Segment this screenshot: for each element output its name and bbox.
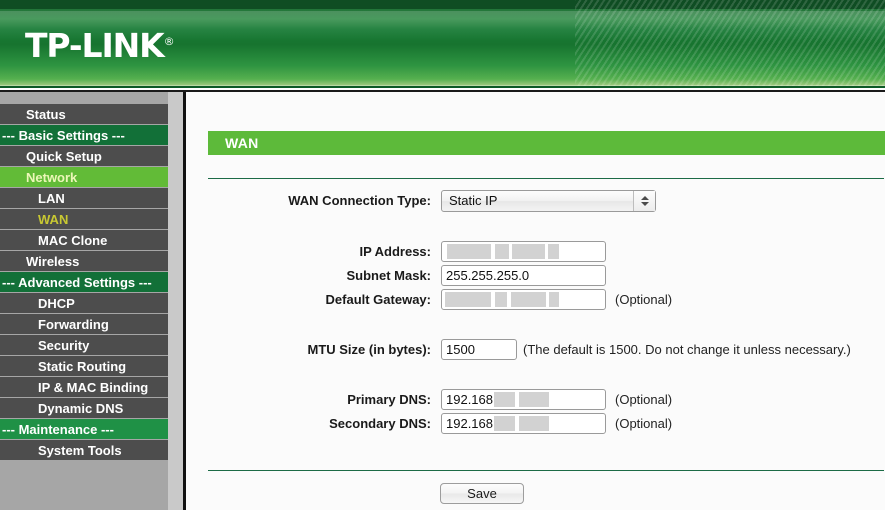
primary-dns-input[interactable]: 192.168: [441, 389, 606, 410]
sidebar-item-basic-settings: --- Basic Settings ---: [0, 125, 168, 146]
label-box-default-gateway: Default Gateway:: [186, 289, 431, 311]
sidebar-item-label: Security: [38, 338, 90, 353]
sidebar-item-forwarding[interactable]: Forwarding: [0, 314, 168, 335]
sidebar-item-static-routing[interactable]: Static Routing: [0, 356, 168, 377]
row-subnet-mask: Subnet Mask: 255.255.255.0: [186, 265, 885, 287]
sidebar-item-wan[interactable]: WAN: [0, 209, 168, 230]
redaction-block: [548, 244, 559, 259]
sidebar-item-dhcp[interactable]: DHCP: [0, 293, 168, 314]
mtu-size-label: MTU Size (in bytes):: [307, 342, 431, 357]
sidebar-item-security[interactable]: Security: [0, 335, 168, 356]
sidebar-navigation: Status --- Basic Settings --- Quick Setup N…: [0, 92, 168, 510]
sidebar-item-label: Network: [26, 170, 78, 185]
sidebar-item-label: DHCP: [38, 296, 75, 311]
sidebar-item-maintenance: --- Maintenance ---: [0, 419, 168, 440]
default-gateway-label: Default Gateway:: [325, 292, 431, 307]
secondary-dns-label: Secondary DNS:: [329, 416, 431, 431]
default-gateway-input[interactable]: [441, 289, 606, 310]
sidebar-item-lan[interactable]: LAN: [0, 188, 168, 209]
subnet-mask-label: Subnet Mask:: [346, 268, 431, 283]
row-mtu-size: MTU Size (in bytes): 1500 (The default i…: [186, 339, 885, 361]
sidebar-item-label: LAN: [38, 191, 65, 206]
wan-settings-form: WAN Connection Type: Static IP IP Addres…: [186, 92, 885, 510]
label-box-mtu-size: MTU Size (in bytes):: [186, 339, 431, 361]
sidebar-item-label: Status: [26, 107, 66, 122]
redaction-block: [447, 244, 491, 259]
subnet-mask-input[interactable]: 255.255.255.0: [441, 265, 606, 286]
sidebar-top-gap: [0, 92, 168, 104]
wan-connection-type-select[interactable]: Static IP: [441, 190, 656, 212]
sidebar-item-label: --- Basic Settings ---: [2, 128, 125, 143]
redaction-block: [494, 392, 515, 407]
secondary-dns-input[interactable]: 192.168: [441, 413, 606, 434]
sidebar-item-network[interactable]: Network: [0, 167, 168, 188]
sidebar-item-label: Dynamic DNS: [38, 401, 124, 416]
sidebar-item-label: System Tools: [38, 443, 122, 458]
sidebar-item-label: Wireless: [26, 254, 80, 269]
label-box-secondary-dns: Secondary DNS:: [186, 413, 431, 435]
row-secondary-dns: Secondary DNS: 192.168 (Optional): [186, 413, 885, 435]
primary-dns-note: (Optional): [615, 392, 673, 407]
wan-connection-type-value: Static IP: [449, 193, 498, 208]
sidebar-item-label: --- Maintenance ---: [2, 422, 114, 437]
registered-mark-icon: ®: [163, 35, 175, 48]
mtu-size-note: (The default is 1500. Do not change it u…: [523, 342, 851, 357]
sidebar-menu: Status --- Basic Settings --- Quick Setup N…: [0, 104, 168, 461]
row-connection-type: WAN Connection Type: Static IP: [186, 190, 885, 212]
secondary-dns-value: 192.168: [446, 416, 493, 431]
tp-link-logo: TP-LINK®: [25, 29, 175, 62]
ip-address-label: IP Address:: [359, 244, 431, 259]
primary-dns-value: 192.168: [446, 392, 493, 407]
sidebar-item-label: Quick Setup: [26, 149, 102, 164]
content-area: WAN WAN Connection Type: Static IP IP Ad…: [186, 92, 885, 510]
redaction-block: [495, 244, 509, 259]
chevron-updown-icon[interactable]: [633, 191, 655, 211]
logo-text: TP-LINK: [25, 26, 165, 65]
sidebar-item-dynamic-dns[interactable]: Dynamic DNS: [0, 398, 168, 419]
redaction-block: [445, 292, 491, 307]
row-default-gateway: Default Gateway: (Optional): [186, 289, 885, 311]
sidebar-item-label: MAC Clone: [38, 233, 108, 248]
redaction-block: [494, 416, 515, 431]
header-top-strip: [0, 0, 885, 9]
label-box-connection-type: WAN Connection Type:: [186, 190, 431, 212]
page-header: TP-LINK®: [0, 0, 885, 86]
row-ip-address: IP Address:: [186, 241, 885, 263]
row-primary-dns: Primary DNS: 192.168 (Optional): [186, 389, 885, 411]
sidebar-item-label: Static Routing: [38, 359, 127, 374]
sidebar-item-label: --- Advanced Settings ---: [2, 275, 152, 290]
default-gateway-note: (Optional): [615, 292, 673, 307]
save-button[interactable]: Save: [440, 483, 524, 504]
ip-address-input[interactable]: [441, 241, 606, 262]
redaction-block: [495, 292, 507, 307]
primary-dns-label: Primary DNS:: [347, 392, 431, 407]
sidebar-item-advanced-settings: --- Advanced Settings ---: [0, 272, 168, 293]
label-box-subnet-mask: Subnet Mask:: [186, 265, 431, 287]
sidebar-item-mac-clone[interactable]: MAC Clone: [0, 230, 168, 251]
sidebar-item-label: IP & MAC Binding: [38, 380, 149, 395]
sidebar-item-label: Forwarding: [38, 317, 109, 332]
redaction-block: [511, 292, 546, 307]
redaction-block: [519, 392, 549, 407]
secondary-dns-note: (Optional): [615, 416, 673, 431]
redaction-block: [512, 244, 545, 259]
router-admin-page: TP-LINK® Status --- Basic Settings --- Qui…: [0, 0, 885, 510]
sidebar-right-edge: [168, 92, 183, 510]
label-box-primary-dns: Primary DNS:: [186, 389, 431, 411]
label-box-ip-address: IP Address:: [186, 241, 431, 263]
header-diagonal-pattern: [575, 0, 885, 86]
sidebar-item-system-tools[interactable]: System Tools: [0, 440, 168, 461]
sidebar-item-label: WAN: [38, 212, 69, 227]
redaction-block: [549, 292, 559, 307]
sidebar-item-quick-setup[interactable]: Quick Setup: [0, 146, 168, 167]
sidebar-item-ip-and-mac-binding[interactable]: IP & MAC Binding: [0, 377, 168, 398]
mtu-size-input[interactable]: 1500: [441, 339, 517, 360]
connection-type-label: WAN Connection Type:: [288, 193, 431, 208]
redaction-block: [519, 416, 549, 431]
sidebar-item-status[interactable]: Status: [0, 104, 168, 125]
sidebar-item-wireless[interactable]: Wireless: [0, 251, 168, 272]
